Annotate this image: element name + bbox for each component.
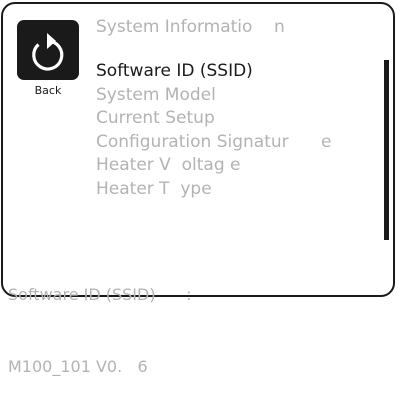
menu-item-current-setup[interactable]: Current Setup — [96, 107, 332, 131]
menu-list: Software ID (SSID) System Model Current … — [96, 60, 332, 201]
detail-label: Software ID (SSID) : — [8, 285, 192, 304]
menu-item-configuration-signature[interactable]: Configuration Signatur e — [96, 131, 332, 155]
detail-panel: Software ID (SSID) : M100_101 V0. 6 — [8, 235, 191, 403]
menu-item-heater-voltage[interactable]: Heater V oltag e — [96, 154, 332, 178]
menu-item-heater-type[interactable]: Heater T ype — [96, 178, 332, 202]
menu-item-system-model[interactable]: System Model — [96, 84, 332, 108]
back-button[interactable] — [17, 20, 79, 80]
screen-title: System Informatio n — [96, 17, 285, 37]
back-label: Back — [34, 84, 62, 97]
menu-item-software-id[interactable]: Software ID (SSID) — [96, 60, 332, 84]
scrollbar[interactable] — [384, 60, 389, 240]
detail-value: M100_101 V0. 6 — [8, 357, 148, 376]
back-arrow-icon — [32, 33, 64, 71]
